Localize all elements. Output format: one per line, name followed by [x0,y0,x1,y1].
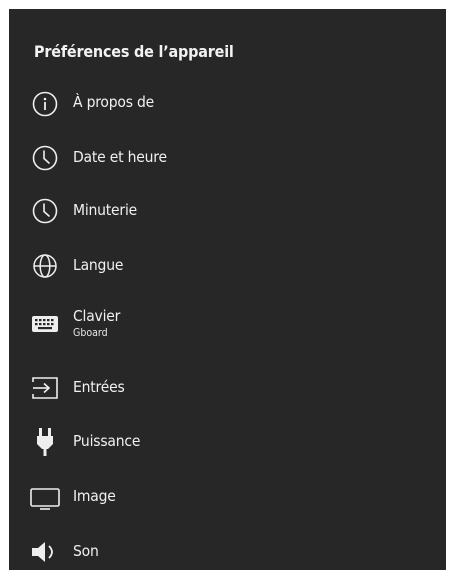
menu-item-label: Entrées [73,378,125,396]
menu-item-sublabel: Gboard [73,327,108,339]
keyboard-icon [30,309,60,339]
page-title: Préférences de l’appareil [34,42,234,61]
menu-item-label: Image [73,487,116,505]
speaker-icon [30,537,60,567]
menu-item-label: À propos de [73,93,155,111]
menu-item-keyboard[interactable]: Clavier Gboard [9,307,446,351]
menu-item-label: Son [73,542,99,560]
menu-item-label: Langue [73,256,124,274]
menu-item-inputs[interactable]: Entrées [9,373,446,417]
display-icon [30,483,60,513]
input-icon [30,373,60,403]
clock-icon [30,143,60,173]
power-plug-icon [30,427,60,457]
clock-icon [30,196,60,226]
menu-item-label: Puissance [73,432,141,450]
menu-item-label: Clavier [73,307,121,325]
menu-item-language[interactable]: Langue [9,251,446,295]
menu-item-sound[interactable]: Son [9,537,446,570]
menu-item-power[interactable]: Puissance [9,427,446,471]
menu-item-about[interactable]: À propos de [9,89,446,133]
menu-item-label: Date et heure [73,148,167,166]
menu-item-timer[interactable]: Minuterie [9,196,446,240]
globe-icon [30,251,60,281]
device-preferences-panel: Préférences de l’appareil À propos de Da… [9,9,446,570]
info-icon [30,89,60,119]
menu-item-picture[interactable]: Image [9,483,446,527]
menu-item-label: Minuterie [73,201,138,219]
menu-item-date-time[interactable]: Date et heure [9,143,446,187]
